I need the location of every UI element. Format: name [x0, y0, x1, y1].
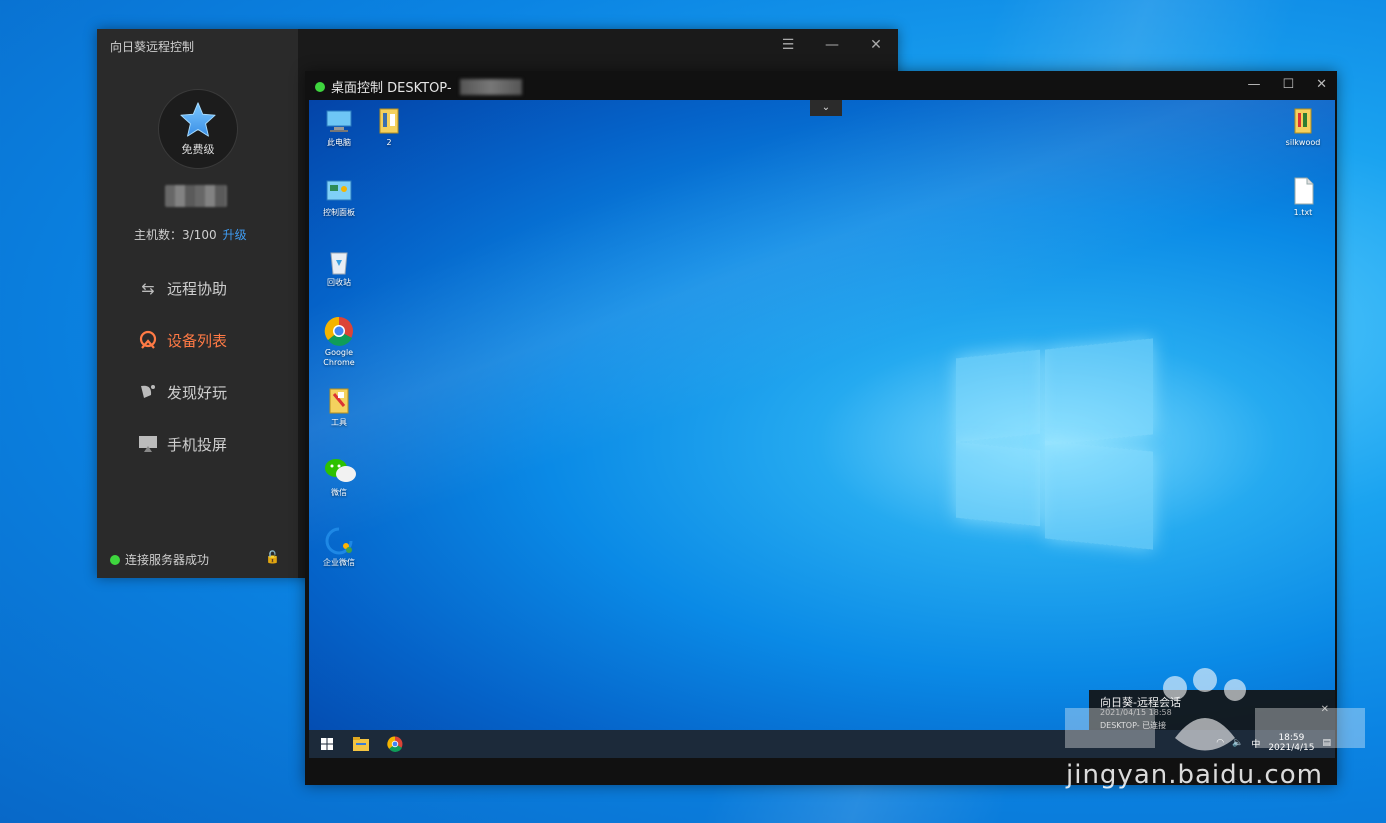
desktop-icon-label: 工具 — [331, 418, 347, 427]
windows-logo-pane — [1045, 338, 1153, 446]
remote-status-dot-icon — [315, 81, 325, 92]
desktop-icon-wechat[interactable]: 微信 — [313, 456, 365, 498]
file-explorer-icon[interactable] — [351, 734, 371, 754]
text-file-icon — [1288, 176, 1318, 206]
minimize-icon[interactable]: — — [1247, 77, 1260, 92]
volume-icon[interactable]: 🔈 — [1232, 738, 1243, 748]
connection-status: 连接服务器成功 — [110, 551, 209, 568]
close-icon[interactable]: ✕ — [868, 37, 884, 53]
silkwood-icon — [1288, 106, 1318, 136]
nav-screen-cast[interactable]: 手机投屏 — [137, 433, 227, 455]
notification-time: 2021/04/15 18:58 — [1100, 708, 1172, 717]
folder-icon — [374, 106, 404, 136]
desktop-icon-recycle-bin[interactable]: 回收站 — [313, 246, 365, 288]
taskbar-clock[interactable]: 18:59 2021/4/15 — [1268, 733, 1314, 753]
desktop-icon-label: 回收站 — [327, 278, 351, 287]
desktop-icon-control-panel[interactable]: 控制面板 — [313, 176, 365, 218]
host-count: 主机数：3/100 升级 — [134, 226, 247, 243]
main-window-controls: ☰ — ✕ — [780, 37, 884, 53]
menu-icon[interactable]: ☰ — [780, 37, 796, 53]
desktop-icon-wecom[interactable]: 企业微信 — [313, 526, 365, 568]
wallpaper-beam — [309, 100, 1335, 758]
nav-remote-assist[interactable]: ⇆ 远程协助 — [137, 277, 227, 299]
nav-discover[interactable]: 发现好玩 — [137, 381, 227, 403]
nav-label: 手机投屏 — [167, 435, 228, 454]
screen-cast-icon — [137, 433, 159, 455]
remote-window-title: 桌面控制 DESKTOP- — [315, 77, 522, 96]
remote-window-controls: — ☐ ✕ — [1247, 77, 1327, 92]
windows-logo-pane — [956, 349, 1040, 443]
tools-folder-icon — [324, 386, 354, 416]
desktop-icon-label: 2 — [386, 138, 392, 147]
star-icon — [180, 102, 216, 137]
remote-title-text: 桌面控制 DESKTOP- — [331, 81, 452, 96]
nav-label: 远程协助 — [167, 279, 228, 298]
chevron-down-icon[interactable]: ⌄ — [810, 100, 842, 116]
wechat-icon — [324, 456, 356, 486]
discover-icon — [137, 381, 159, 403]
nav-label: 设备列表 — [167, 331, 228, 350]
desktop-icon-label: 控制面板 — [323, 208, 355, 217]
desktop-icon-label: 企业微信 — [323, 558, 355, 567]
maximize-icon[interactable]: ☐ — [1282, 77, 1294, 92]
windows-start-icon[interactable] — [317, 734, 337, 754]
notification-center-icon[interactable]: ▤ — [1322, 738, 1331, 748]
input-language[interactable]: 中 — [1251, 737, 1260, 750]
status-text: 连接服务器成功 — [125, 553, 210, 567]
desktop-icon-text-file[interactable]: 1.txt — [1277, 176, 1329, 218]
desktop-icon-this-pc[interactable]: 此电脑 — [313, 106, 365, 148]
system-tray: ◠ 🔈 中 18:59 2021/4/15 ▤ — [1216, 733, 1331, 753]
session-notification[interactable]: 向日葵-远程会话 2021/04/15 18:58 DESKTOP- 已连接 ✕ — [1089, 690, 1335, 730]
upgrade-link[interactable]: 升级 — [223, 228, 247, 242]
desktop-icon-label: Google Chrome — [323, 348, 355, 367]
desktop-icon-label: 此电脑 — [327, 138, 351, 147]
clock-time: 18:59 — [1278, 733, 1305, 743]
network-icon[interactable]: ◠ — [1216, 738, 1224, 748]
close-icon[interactable]: ✕ — [1316, 77, 1327, 92]
desktop-icon-tools[interactable]: 工具 — [313, 386, 365, 428]
desktop-icon-label: 微信 — [331, 488, 347, 497]
chrome-taskbar-icon[interactable] — [385, 734, 405, 754]
control-panel-icon — [324, 176, 354, 206]
host-count-label: 主机数：3/100 — [134, 228, 217, 242]
desktop-icon-silkwood[interactable]: silkwood — [1277, 106, 1329, 148]
level-badge: 免费级 — [181, 143, 215, 156]
remote-desktop-window: 桌面控制 DESKTOP- — ☐ ✕ ⌄ 此电脑 2 控制面板 回收站 Goo… — [305, 71, 1337, 785]
clock-date: 2021/4/15 — [1268, 743, 1315, 753]
desktop-icon-label: 1.txt — [1293, 208, 1313, 217]
remote-screen[interactable]: ⌄ 此电脑 2 控制面板 回收站 Google Chrome 工具 微信 企业微… — [309, 100, 1335, 758]
watermark-text: jingyan.baidu.com — [1066, 760, 1323, 790]
remote-taskbar: ◠ 🔈 中 18:59 2021/4/15 ▤ — [309, 730, 1335, 758]
app-title: 向日葵远程控制 — [110, 40, 195, 54]
recycle-bin-icon — [324, 246, 354, 276]
windows-logo-pane — [1045, 440, 1153, 550]
chrome-icon — [324, 316, 354, 346]
device-list-icon — [137, 329, 159, 351]
this-pc-icon — [324, 106, 354, 136]
sidebar: 向日葵远程控制 免费级 主机数：3/100 升级 ⇆ 远程协助 设备列表 发现好… — [97, 29, 298, 578]
hostname-blurred — [459, 78, 522, 95]
lock-icon[interactable]: 🔓 — [265, 550, 280, 564]
windows-logo-pane — [956, 441, 1040, 527]
avatar[interactable]: 免费级 — [158, 89, 238, 169]
close-icon[interactable]: ✕ — [1321, 704, 1329, 715]
desktop-icon-label: silkwood — [1285, 138, 1321, 147]
status-dot-icon — [110, 554, 120, 565]
desktop-icon-folder-2[interactable]: 2 — [363, 106, 415, 148]
nav-device-list[interactable]: 设备列表 — [137, 329, 227, 351]
username-blurred — [165, 185, 227, 207]
transfer-arrows-icon: ⇆ — [141, 278, 155, 298]
wecom-icon — [324, 526, 354, 556]
desktop-icon-chrome[interactable]: Google Chrome — [313, 316, 365, 368]
nav-label: 发现好玩 — [167, 383, 228, 402]
minimize-icon[interactable]: — — [824, 37, 840, 53]
